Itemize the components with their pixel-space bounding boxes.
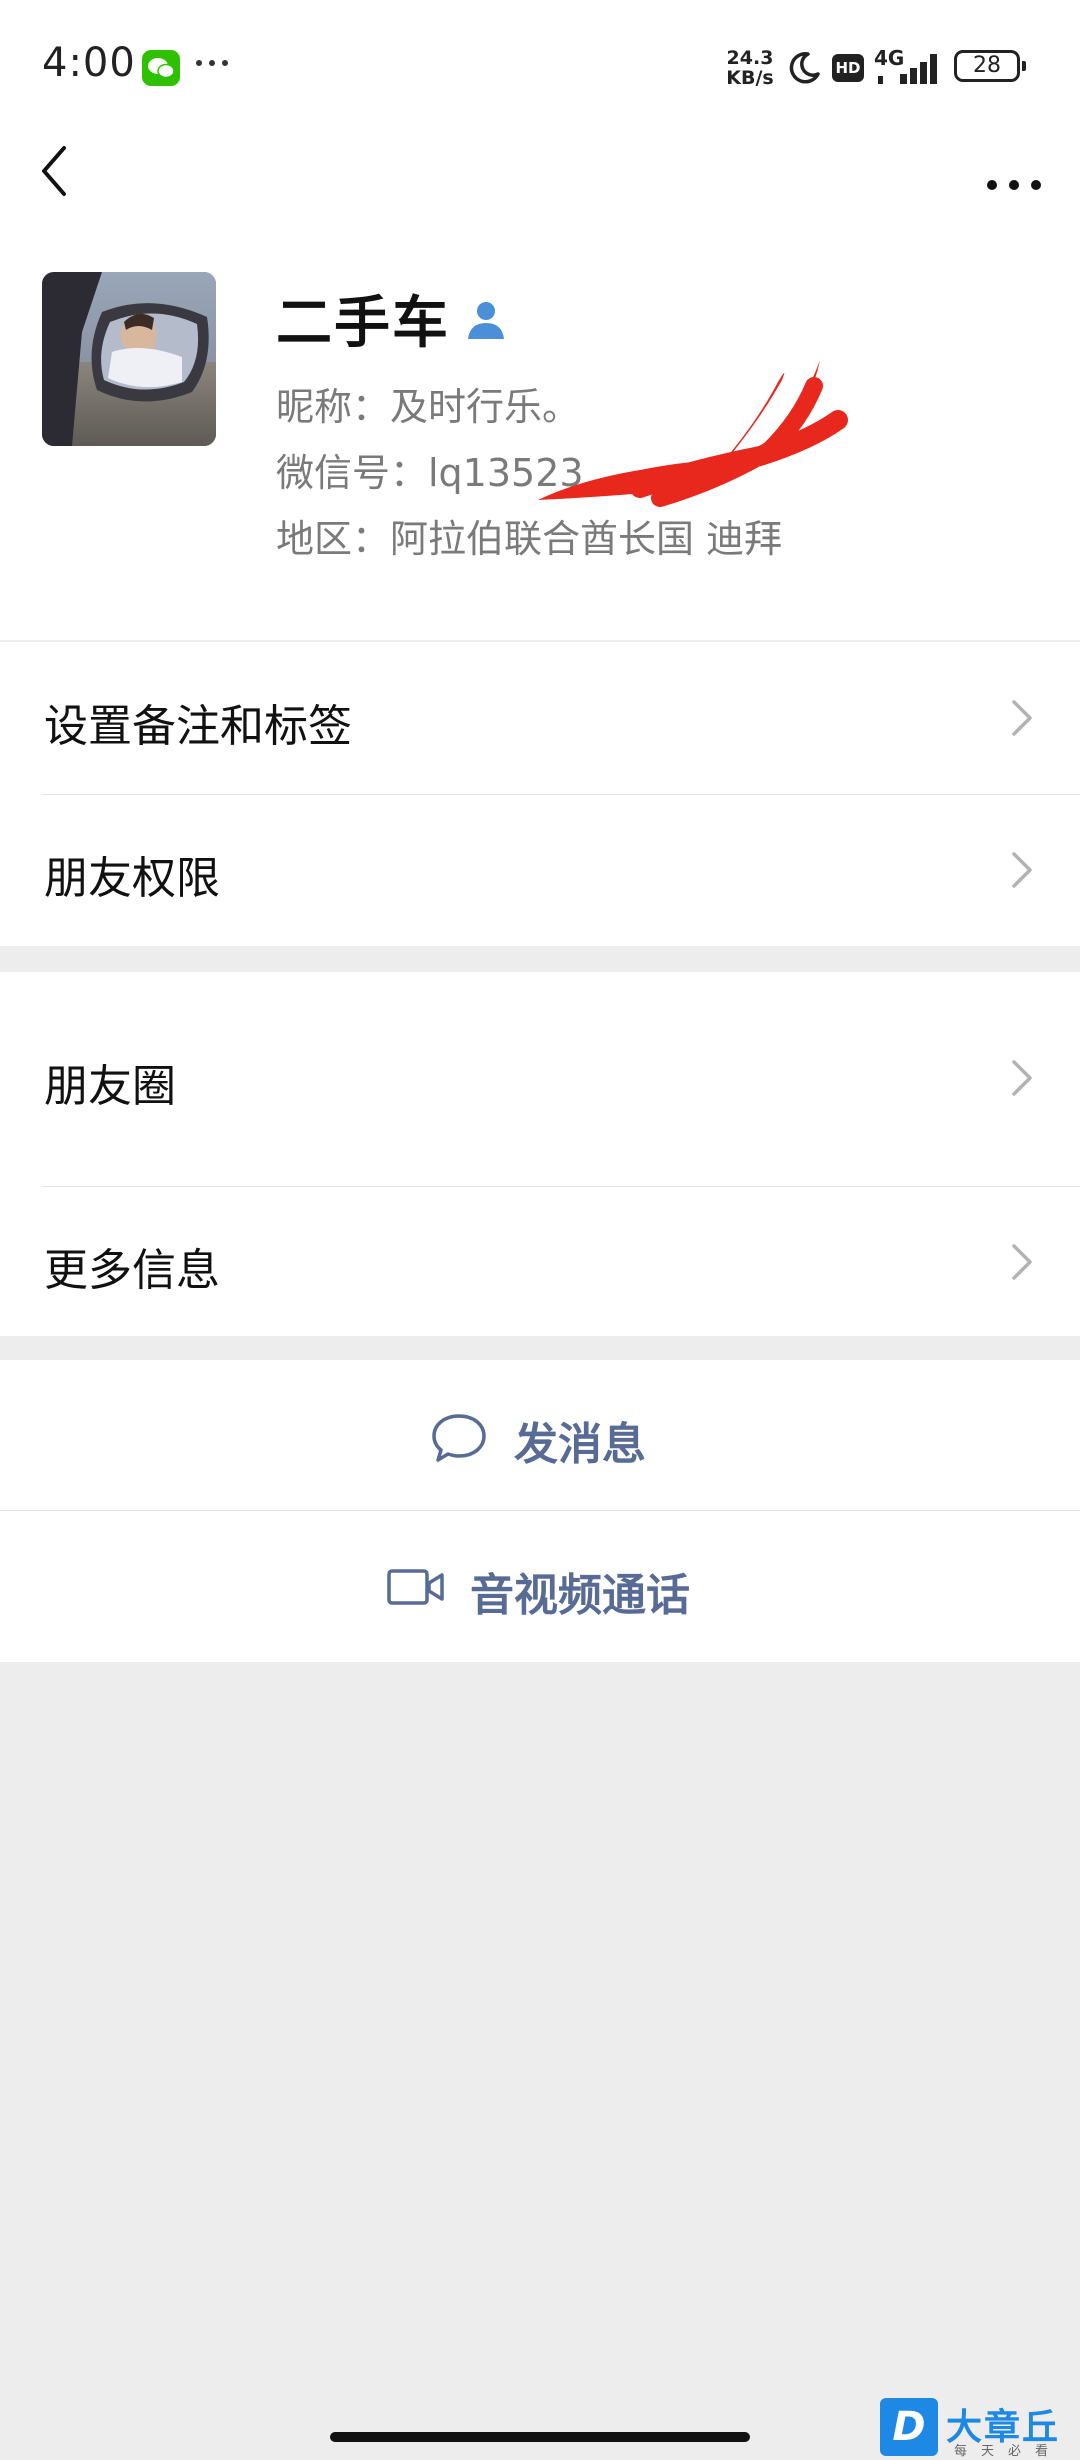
home-indicator[interactable] bbox=[330, 2432, 750, 2442]
wechat-notification-icon bbox=[142, 50, 180, 86]
contact-name: 二手车 bbox=[276, 291, 450, 356]
network-speed: 24.3 KB/s bbox=[722, 48, 778, 88]
actions-section: 发消息 音视频通话 bbox=[0, 1360, 1080, 1662]
network-speed-unit: KB/s bbox=[726, 67, 774, 89]
set-remark-tags-label: 设置备注和标签 bbox=[44, 701, 352, 752]
avatar[interactable] bbox=[42, 272, 216, 446]
more-info-label: 更多信息 bbox=[44, 1245, 220, 1296]
profile-card: 二手车 昵称：及时行乐。 微信号：lq13523 地区：阿拉伯联合酋长国 迪拜 bbox=[0, 230, 1080, 643]
more-info-row[interactable]: 更多信息 bbox=[0, 1186, 1080, 1336]
chevron-right-icon bbox=[1012, 700, 1032, 736]
set-remark-tags-row[interactable]: 设置备注和标签 bbox=[0, 642, 1080, 794]
status-bar: 4:00 24.3 KB/s HD 4G 28 bbox=[0, 0, 1080, 130]
chevron-left-icon[interactable] bbox=[30, 136, 80, 206]
watermark: D 大章丘 每天必看 bbox=[880, 2398, 1080, 2460]
signal-icon bbox=[878, 54, 937, 84]
friend-permissions-row[interactable]: 朋友权限 bbox=[0, 794, 1080, 946]
do-not-disturb-moon-icon bbox=[789, 52, 820, 84]
watermark-subtitle: 每天必看 bbox=[954, 2444, 1063, 2459]
send-message-button[interactable]: 发消息 bbox=[0, 1360, 1080, 1510]
chevron-right-icon bbox=[1012, 1244, 1032, 1280]
watermark-logo: D bbox=[880, 2398, 938, 2456]
more-notifications-icon bbox=[196, 60, 228, 66]
friend-permissions-label: 朋友权限 bbox=[44, 853, 220, 904]
moments-row[interactable]: 朋友圈 bbox=[0, 972, 1080, 1184]
chevron-right-icon bbox=[1012, 852, 1032, 888]
video-call-button[interactable]: 音视频通话 bbox=[0, 1511, 1080, 1662]
redaction-scribble bbox=[538, 360, 850, 507]
video-call-label: 音视频通话 bbox=[470, 1570, 690, 1621]
video-camera-icon bbox=[387, 1569, 444, 1605]
moments-label: 朋友圈 bbox=[44, 1061, 176, 1112]
chat-bubble-icon bbox=[432, 1414, 486, 1462]
chevron-right-icon bbox=[1012, 1060, 1032, 1096]
hd-icon: HD bbox=[832, 54, 864, 82]
settings-section: 设置备注和标签 朋友权限 bbox=[0, 642, 1080, 946]
verified-contact-icon bbox=[468, 301, 504, 339]
send-message-label: 发消息 bbox=[514, 1419, 646, 1470]
profile-name-row: 二手车 bbox=[276, 278, 508, 359]
network-speed-value: 24.3 bbox=[726, 47, 774, 69]
nav-bar bbox=[0, 130, 1080, 230]
more-dots-icon[interactable] bbox=[980, 150, 1050, 190]
status-time: 4:00 bbox=[42, 40, 136, 86]
info-section: 朋友圈 更多信息 bbox=[0, 972, 1080, 1336]
battery-icon: 28 bbox=[954, 50, 1026, 82]
